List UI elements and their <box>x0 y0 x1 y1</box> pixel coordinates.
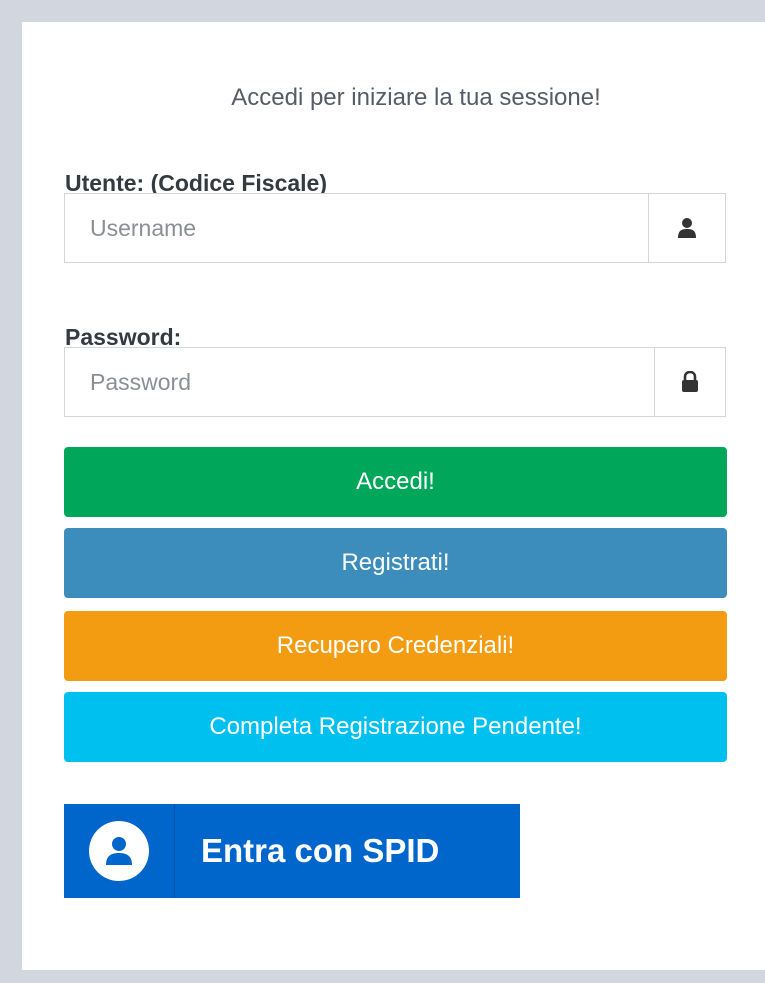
spid-user-icon <box>89 821 149 881</box>
login-box: Accedi per iniziare la tua sessione! Ute… <box>22 22 765 970</box>
spid-login-button[interactable]: Entra con SPID <box>64 804 520 898</box>
username-addon <box>648 194 725 262</box>
username-input-group <box>64 193 726 263</box>
spid-icon-box <box>64 804 175 898</box>
spid-label: Entra con SPID <box>201 832 440 869</box>
password-input[interactable] <box>65 348 654 416</box>
completa-registrazione-button[interactable]: Completa Registrazione Pendente! <box>64 692 727 762</box>
user-icon <box>678 218 696 238</box>
username-input[interactable] <box>65 194 648 262</box>
recupero-credenziali-button[interactable]: Recupero Credenziali! <box>64 611 727 681</box>
registrati-button[interactable]: Registrati! <box>64 528 727 598</box>
accedi-button[interactable]: Accedi! <box>64 447 727 517</box>
password-addon <box>654 348 725 416</box>
password-input-group <box>64 347 726 417</box>
lock-icon <box>682 371 698 392</box>
login-subtitle: Accedi per iniziare la tua sessione! <box>231 84 601 111</box>
